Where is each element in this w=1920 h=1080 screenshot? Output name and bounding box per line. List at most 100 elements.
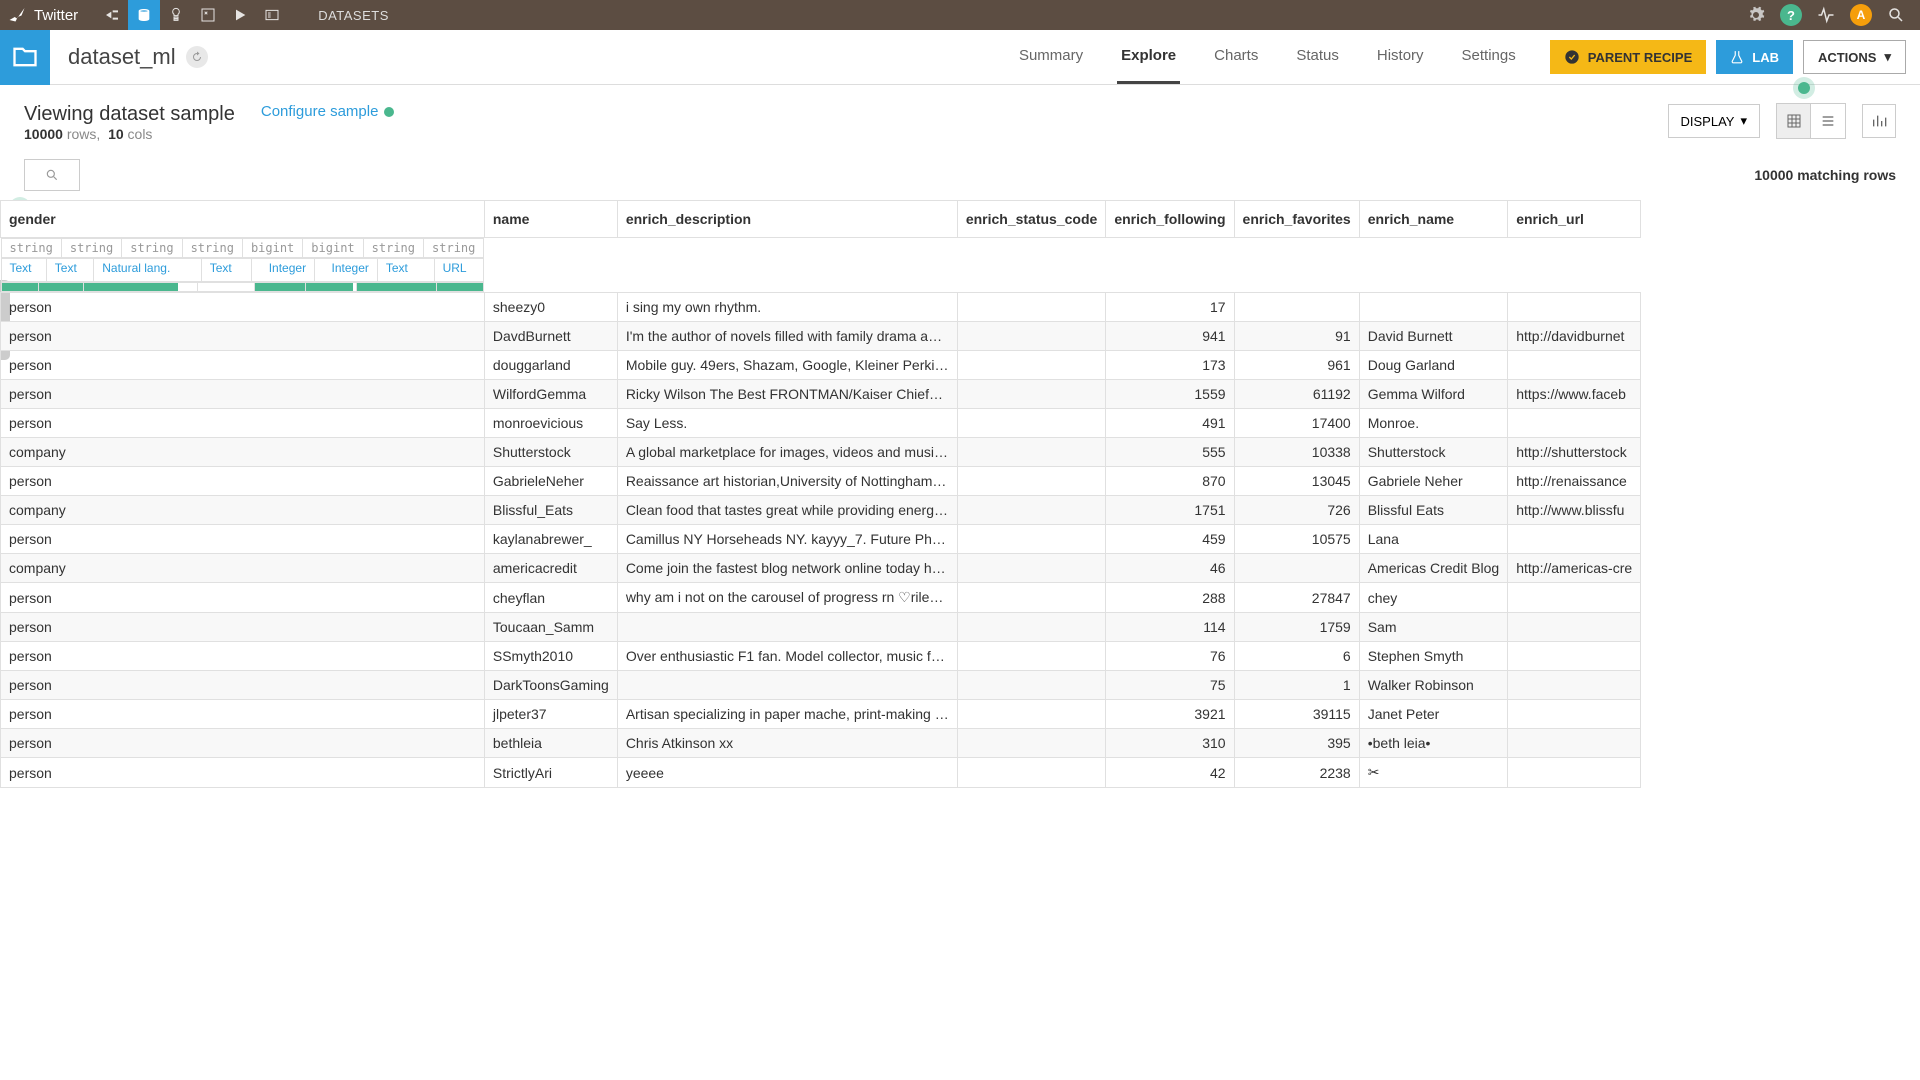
data-cell[interactable]: Chris Atkinson xx [617,729,957,758]
data-cell[interactable] [957,467,1106,496]
column-header[interactable]: enrich_url [1508,201,1641,238]
data-cell[interactable] [957,613,1106,642]
column-meaning[interactable]: Integer [252,259,315,282]
activity-icon[interactable] [1810,0,1842,30]
data-cell[interactable]: DavdBurnett [484,322,617,351]
data-cell[interactable]: Shutterstock [1359,438,1508,467]
flow-icon[interactable] [96,0,128,30]
column-meaning[interactable]: Text [46,259,93,282]
data-cell[interactable]: https://www.faceb [1508,380,1641,409]
tab-summary[interactable]: Summary [1015,30,1087,84]
column-meaning[interactable]: Natural lang. [94,259,202,282]
data-cell[interactable] [1508,671,1641,700]
data-cell[interactable] [957,583,1106,613]
column-header[interactable]: enrich_name [1359,201,1508,238]
analysis-icon[interactable] [192,0,224,30]
data-cell[interactable]: 173 [1106,351,1234,380]
data-cell[interactable]: person [1,351,485,380]
data-cell[interactable]: Reaissance art historian,University of N… [617,467,957,496]
column-meaning[interactable]: Integer [315,259,378,282]
data-cell[interactable]: DarkToonsGaming [484,671,617,700]
configure-sample-link[interactable]: Configure sample [261,103,395,120]
data-cell[interactable] [957,380,1106,409]
data-cell[interactable]: cheyflan [484,583,617,613]
data-cell[interactable]: person [1,380,485,409]
data-cell[interactable]: ✂ [1359,758,1508,788]
column-meaning[interactable]: Text [377,259,434,282]
data-cell[interactable]: I'm the author of novels filled with fam… [617,322,957,351]
data-cell[interactable]: http://americas-cre [1508,554,1641,583]
data-cell[interactable]: Mobile guy. 49ers, Shazam, Google, Klein… [617,351,957,380]
data-cell[interactable]: person [1,642,485,671]
column-meaning[interactable]: Text [1,259,46,282]
data-cell[interactable]: 114 [1106,613,1234,642]
data-cell[interactable]: 17400 [1234,409,1359,438]
data-cell[interactable] [957,409,1106,438]
parent-recipe-button[interactable]: PARENT RECIPE [1550,40,1707,74]
column-header[interactable]: gender [1,201,485,238]
data-cell[interactable]: 3921 [1106,700,1234,729]
data-cell[interactable]: 27847 [1234,583,1359,613]
breadcrumb[interactable]: DATASETS [318,8,389,23]
actions-button[interactable]: ACTIONS ▾ [1803,40,1906,74]
data-cell[interactable]: Blissful Eats [1359,496,1508,525]
list-view-icon[interactable] [1811,104,1845,138]
data-cell[interactable]: 310 [1106,729,1234,758]
data-cell[interactable]: 961 [1234,351,1359,380]
data-cell[interactable]: 6 [1234,642,1359,671]
tab-settings[interactable]: Settings [1458,30,1520,84]
data-cell[interactable]: 46 [1106,554,1234,583]
data-cell[interactable]: person [1,322,485,351]
data-cell[interactable]: Clean food that tastes great while provi… [617,496,957,525]
data-cell[interactable]: person [1,409,485,438]
data-cell[interactable] [957,293,1106,322]
column-meaning[interactable]: URL [434,259,484,282]
data-cell[interactable]: company [1,554,485,583]
tab-history[interactable]: History [1373,30,1428,84]
data-cell[interactable] [957,700,1106,729]
data-cell[interactable]: kaylanabrewer_ [484,525,617,554]
data-cell[interactable]: Gemma Wilford [1359,380,1508,409]
data-cell[interactable]: http://davidburnet [1508,322,1641,351]
data-cell[interactable]: person [1,467,485,496]
data-cell[interactable]: person [1,613,485,642]
jobs-icon[interactable] [224,0,256,30]
data-cell[interactable]: •beth leia• [1359,729,1508,758]
more-icon[interactable] [256,0,288,30]
data-cell[interactable]: 395 [1234,729,1359,758]
data-cell[interactable]: 1759 [1234,613,1359,642]
table-search-icon[interactable] [24,159,80,191]
data-cell[interactable]: 17 [1106,293,1234,322]
data-cell[interactable]: person [1,758,485,788]
data-cell[interactable] [957,758,1106,788]
data-cell[interactable]: 39115 [1234,700,1359,729]
data-cell[interactable]: Walker Robinson [1359,671,1508,700]
data-cell[interactable]: A global marketplace for images, videos … [617,438,957,467]
data-cell[interactable]: monroevicious [484,409,617,438]
avatar[interactable]: A [1850,4,1872,26]
data-cell[interactable]: douggarland [484,351,617,380]
data-cell[interactable] [1234,554,1359,583]
data-cell[interactable]: person [1,525,485,554]
data-cell[interactable]: 288 [1106,583,1234,613]
data-cell[interactable]: Come join the fastest blog network onlin… [617,554,957,583]
data-cell[interactable]: 76 [1106,642,1234,671]
recipes-icon[interactable] [160,0,192,30]
data-cell[interactable]: 91 [1234,322,1359,351]
search-icon[interactable] [1880,0,1912,30]
data-cell[interactable]: i sing my own rhythm. [617,293,957,322]
columns-view-icon[interactable] [1862,104,1896,138]
data-cell[interactable]: person [1,700,485,729]
data-cell[interactable]: Camillus NY Horseheads NY. kayyy_7. Futu… [617,525,957,554]
data-cell[interactable]: Doug Garland [1359,351,1508,380]
data-cell[interactable]: 10575 [1234,525,1359,554]
data-cell[interactable]: 491 [1106,409,1234,438]
data-cell[interactable]: person [1,729,485,758]
data-cell[interactable] [1359,293,1508,322]
data-cell[interactable]: company [1,496,485,525]
data-cell[interactable]: person [1,671,485,700]
data-cell[interactable]: person [1,583,485,613]
data-cell[interactable]: 555 [1106,438,1234,467]
display-button[interactable]: DISPLAY ▾ [1668,104,1760,138]
data-cell[interactable] [617,613,957,642]
